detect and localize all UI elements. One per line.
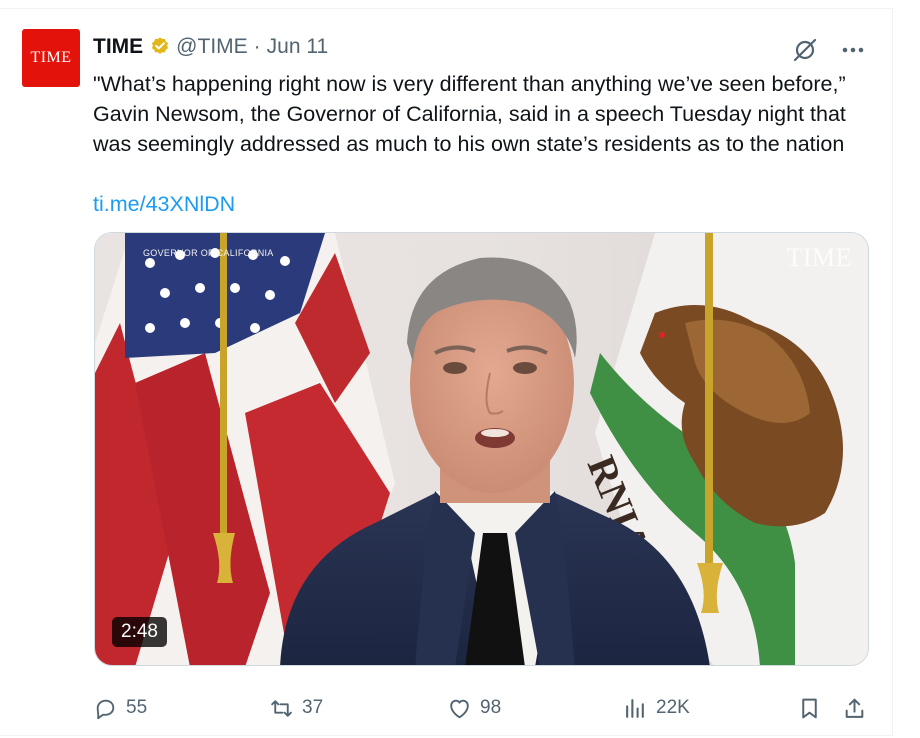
reply-button[interactable]: 55: [93, 691, 147, 725]
avatar-logo-text: TIME: [30, 49, 72, 66]
video-frame: RNIA: [95, 233, 868, 665]
tweet-date[interactable]: Jun 11: [267, 35, 329, 59]
tweet-top-actions: [792, 37, 866, 63]
like-count: 98: [480, 697, 502, 718]
views-icon: [626, 698, 644, 718]
repost-icon: [271, 699, 292, 717]
share-icon: [845, 698, 864, 718]
tweet-card[interactable]: TIME TIME @TIME · Jun 11 "What’s happeni…: [0, 8, 893, 736]
verified-badge-icon[interactable]: [149, 36, 171, 58]
tweet-link[interactable]: ti.me/43XNlDN: [93, 189, 235, 219]
repost-count: 37: [302, 697, 324, 718]
reply-icon: [96, 699, 115, 719]
tweet-text: "What’s happening right now is very diff…: [93, 72, 846, 156]
grok-icon[interactable]: [792, 37, 818, 63]
share-button[interactable]: [842, 691, 875, 725]
header-separator: ·: [253, 35, 261, 58]
like-button[interactable]: 98: [447, 691, 501, 725]
author-name[interactable]: TIME: [93, 35, 143, 59]
tweet-header: TIME @TIME · Jun 11: [93, 32, 328, 62]
tweet-actions: 55 37 98 22K: [93, 691, 868, 725]
reply-count: 55: [126, 697, 148, 718]
more-icon[interactable]: [840, 37, 866, 63]
like-icon: [450, 699, 469, 718]
views-count: 22K: [656, 697, 690, 718]
bookmark-icon: [802, 698, 817, 718]
avatar[interactable]: TIME: [22, 29, 80, 87]
views-button[interactable]: 22K: [623, 691, 690, 725]
video-duration-badge: 2:48: [112, 617, 167, 647]
author-handle[interactable]: @TIME: [176, 35, 247, 59]
video-caption: GOVERNOR OF CALIFORNIA: [143, 248, 274, 258]
video-watermark: TIME: [786, 243, 852, 272]
repost-button[interactable]: 37: [269, 691, 323, 725]
bookmark-button[interactable]: [797, 691, 830, 725]
video-player[interactable]: RNIA GOVERNOR OF CALIFORNIA TIME 2:48: [94, 232, 869, 666]
